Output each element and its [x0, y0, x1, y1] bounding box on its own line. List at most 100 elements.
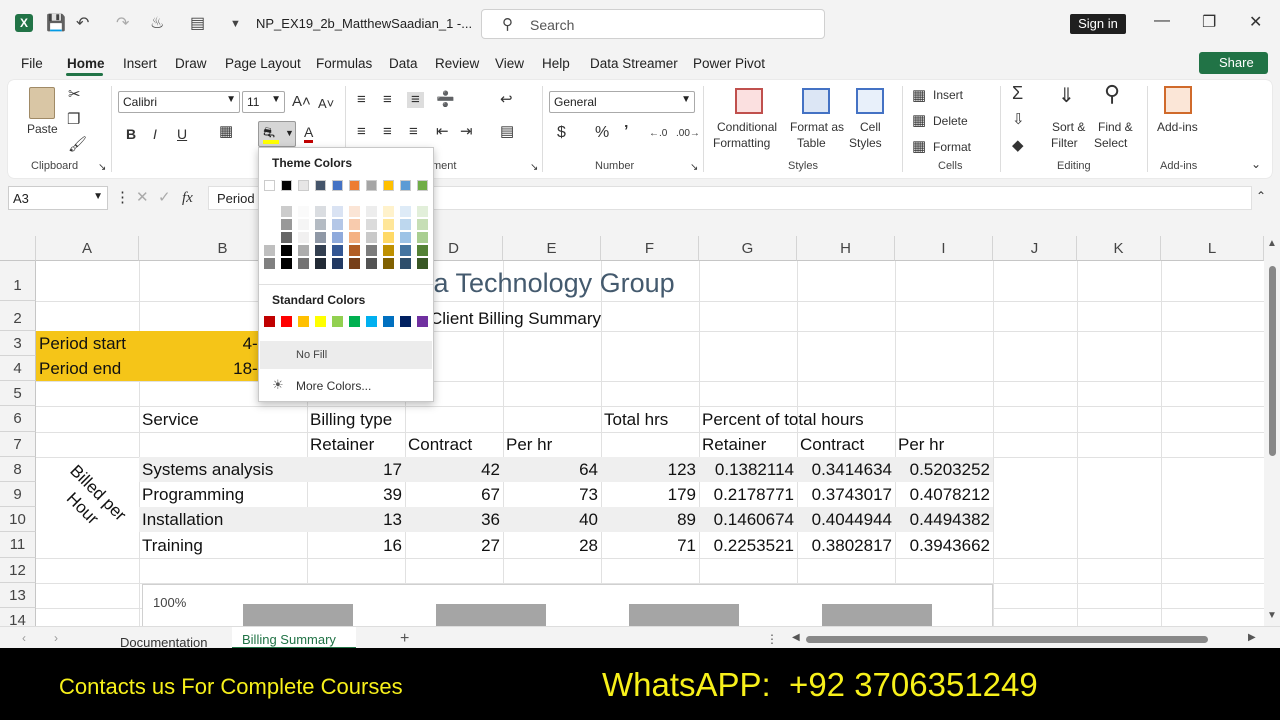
name-box[interactable]: A3 ▼: [8, 186, 108, 210]
increase-decimal-icon[interactable]: ←.0: [649, 126, 667, 142]
standard-color-swatch[interactable]: [383, 316, 394, 327]
column-header-e[interactable]: E: [503, 236, 601, 261]
standard-color-swatch[interactable]: [366, 316, 377, 327]
redo-icon[interactable]: ↷: [116, 14, 129, 34]
subheader-retainer[interactable]: Retainer: [310, 432, 374, 457]
theme-shade-swatch[interactable]: [400, 245, 411, 256]
more-options-icon[interactable]: ⋮: [766, 632, 778, 646]
align-left-icon[interactable]: ≡: [357, 124, 366, 140]
decrease-font-icon[interactable]: A˅: [318, 96, 334, 112]
theme-shade-swatch[interactable]: [298, 219, 309, 230]
search-box[interactable]: ⚲ Search: [481, 9, 825, 39]
cell-service[interactable]: Installation: [142, 507, 223, 532]
row-header-12[interactable]: 12: [0, 558, 36, 583]
theme-shade-swatch[interactable]: [264, 258, 275, 269]
restore-icon[interactable]: ❐: [1202, 12, 1216, 32]
cell-pct-retainer[interactable]: 0.2253521: [699, 533, 794, 558]
italic-icon[interactable]: I: [153, 126, 157, 142]
bold-icon[interactable]: B: [126, 126, 136, 142]
dialog-launcher-icon[interactable]: ↘: [690, 160, 698, 176]
comma-style-icon[interactable]: ’: [624, 124, 628, 140]
standard-color-swatch[interactable]: [281, 316, 292, 327]
cell-retainer[interactable]: 13: [307, 507, 402, 532]
cell-per-hr[interactable]: 40: [503, 507, 598, 532]
cell-retainer[interactable]: 16: [307, 533, 402, 558]
expand-formula-bar-icon[interactable]: ⌃: [1256, 188, 1266, 204]
tab-insert[interactable]: Insert: [123, 56, 157, 71]
theme-shade-swatch[interactable]: [366, 206, 377, 217]
row-header-9[interactable]: 9: [0, 482, 36, 507]
standard-color-swatch[interactable]: [332, 316, 343, 327]
theme-shade-swatch[interactable]: [264, 232, 275, 243]
cell-total[interactable]: 71: [601, 533, 696, 558]
scroll-up-icon[interactable]: ▲: [1267, 238, 1277, 249]
underline-icon[interactable]: U: [177, 126, 187, 142]
theme-color-swatch[interactable]: [417, 180, 428, 191]
format-painter-icon[interactable]: ♨: [150, 14, 164, 34]
theme-shade-swatch[interactable]: [417, 206, 428, 217]
align-bottom-icon[interactable]: ≡: [407, 92, 424, 108]
pct-header-contract[interactable]: Contract: [800, 432, 864, 457]
standard-color-swatch[interactable]: [349, 316, 360, 327]
theme-shade-swatch[interactable]: [366, 232, 377, 243]
merge-center-icon[interactable]: ▤: [500, 124, 514, 140]
embedded-chart[interactable]: 100%: [142, 584, 993, 626]
standard-color-swatch[interactable]: [400, 316, 411, 327]
next-sheet-icon[interactable]: ›: [54, 631, 58, 645]
cell-pct-per-hr[interactable]: 0.4078212: [895, 482, 990, 507]
theme-shade-swatch[interactable]: [349, 206, 360, 217]
theme-color-swatch[interactable]: [400, 180, 411, 191]
column-header-k[interactable]: K: [1077, 236, 1161, 261]
theme-shade-swatch[interactable]: [383, 232, 394, 243]
cell-total[interactable]: 123: [601, 457, 696, 482]
cell-contract[interactable]: 42: [405, 457, 500, 482]
cell-service[interactable]: Systems analysis: [142, 457, 273, 482]
theme-shade-swatch[interactable]: [417, 245, 428, 256]
column-header-h[interactable]: H: [797, 236, 895, 261]
decrease-decimal-icon[interactable]: .00→: [676, 126, 700, 142]
tab-help[interactable]: Help: [542, 56, 570, 71]
worksheet-grid[interactable]: A B C D E F G H I J K L 1 2 3 4 5 6 7 8 …: [0, 236, 1264, 626]
percent-icon[interactable]: %: [595, 125, 609, 141]
cell-pct-per-hr[interactable]: 0.5203252: [895, 457, 990, 482]
column-header-f[interactable]: F: [601, 236, 699, 261]
increase-font-icon[interactable]: A˄: [292, 94, 311, 110]
period-end-label[interactable]: Period end: [39, 356, 121, 381]
theme-color-swatch[interactable]: [383, 180, 394, 191]
cell-pct-per-hr[interactable]: 0.3943662: [895, 533, 990, 558]
tab-formulas[interactable]: Formulas: [316, 56, 372, 71]
theme-shade-swatch[interactable]: [383, 258, 394, 269]
dialog-launcher-icon[interactable]: ↘: [530, 160, 538, 176]
more-colors-option[interactable]: ☀ More Colors...: [260, 373, 432, 399]
autosum-icon[interactable]: Σ: [1012, 84, 1023, 102]
font-color-icon[interactable]: A: [304, 124, 314, 143]
select-all-corner[interactable]: [0, 236, 36, 261]
period-start-label[interactable]: Period start: [39, 331, 126, 356]
enter-formula-icon[interactable]: ✓: [158, 190, 171, 206]
tab-draw[interactable]: Draw: [175, 56, 207, 71]
theme-shade-swatch[interactable]: [315, 206, 326, 217]
cut-icon[interactable]: ✂: [68, 87, 81, 103]
theme-shade-swatch[interactable]: [349, 232, 360, 243]
sign-in-button[interactable]: Sign in: [1070, 14, 1126, 34]
header-service[interactable]: Service: [142, 407, 199, 432]
column-header-l[interactable]: L: [1161, 236, 1264, 261]
paste-button[interactable]: Paste: [27, 122, 58, 136]
cell-pct-retainer[interactable]: 0.1382114: [699, 457, 794, 482]
cell-contract[interactable]: 67: [405, 482, 500, 507]
cell-total[interactable]: 179: [601, 482, 696, 507]
no-fill-option[interactable]: No Fill: [260, 341, 432, 369]
dialog-launcher-icon[interactable]: ↘: [98, 160, 106, 176]
clear-icon[interactable]: ◆: [1012, 138, 1024, 154]
conditional-formatting-button[interactable]: Conditional: [717, 120, 777, 134]
theme-color-swatch[interactable]: [315, 180, 326, 191]
subheader-per-hr[interactable]: Per hr: [506, 432, 552, 457]
add-sheet-button[interactable]: +: [400, 630, 409, 648]
font-size-select[interactable]: 11 ▼: [242, 91, 285, 113]
sheet-tab-billing-summary[interactable]: Billing Summary: [232, 627, 356, 649]
header-billing-type[interactable]: Billing type: [310, 407, 392, 432]
format-cells-button[interactable]: Format: [933, 140, 971, 154]
format-painter-icon[interactable]: 🖌: [68, 137, 87, 153]
theme-shade-swatch[interactable]: [332, 258, 343, 269]
close-icon[interactable]: ✕: [1249, 12, 1262, 32]
